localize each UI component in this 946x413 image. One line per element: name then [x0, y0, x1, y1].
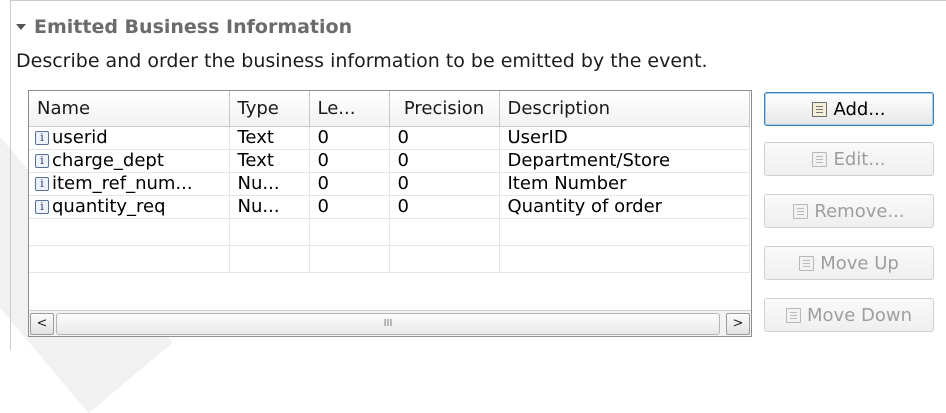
empty-table-row	[29, 218, 750, 246]
row-description: UserID	[499, 126, 750, 150]
info-icon: i	[35, 154, 49, 168]
table-row[interactable]: i userid Text 0 0 UserID	[29, 126, 750, 150]
scroll-right-button[interactable]: >	[726, 313, 750, 335]
column-header-description[interactable]: Description	[499, 91, 750, 127]
add-button-label: Add...	[833, 98, 886, 120]
section-description: Describe and order the business informat…	[16, 50, 708, 72]
remove-button-label: Remove...	[814, 200, 905, 222]
move-down-button-label: Move Down	[807, 304, 912, 326]
scrollbar-thumb[interactable]: III	[56, 313, 720, 335]
scroll-left-button[interactable]: <	[30, 313, 54, 335]
row-precision: 0	[389, 195, 500, 219]
move-down-button[interactable]: Move Down	[764, 298, 934, 332]
row-type: Text	[229, 126, 310, 150]
edit-button-label: Edit...	[833, 148, 886, 170]
row-length: 0	[309, 149, 390, 173]
move-up-button-label: Move Up	[820, 252, 899, 274]
empty-table-row	[29, 245, 750, 273]
row-length: 0	[309, 195, 390, 219]
remove-icon	[793, 203, 809, 219]
row-name: item_ref_num...	[52, 173, 193, 194]
row-precision: 0	[389, 172, 500, 196]
add-icon	[812, 101, 828, 117]
remove-button[interactable]: Remove...	[764, 194, 934, 228]
row-type: Nu...	[229, 195, 310, 219]
row-name: quantity_req	[52, 196, 166, 217]
column-header-precision[interactable]: Precision	[389, 91, 500, 127]
table-row[interactable]: i quantity_req Nu... 0 0 Quantity of orde…	[29, 195, 750, 219]
move-down-icon	[786, 307, 801, 323]
edit-button[interactable]: Edit...	[764, 142, 934, 176]
table-row[interactable]: i item_ref_num... Nu... 0 0 Item Number	[29, 172, 750, 196]
row-type: Text	[229, 149, 310, 173]
info-icon: i	[35, 200, 49, 214]
business-info-table[interactable]: Name Type Le... Precision Description iu…	[28, 90, 752, 337]
section-title: Emitted Business Information	[34, 16, 353, 38]
section-frame-top	[10, 0, 946, 5]
add-button[interactable]: Add...	[764, 92, 934, 126]
horizontal-scrollbar[interactable]: < III >	[29, 310, 751, 336]
collapse-triangle-icon[interactable]	[16, 24, 26, 30]
row-description: Department/Store	[499, 149, 750, 173]
row-length: 0	[309, 126, 390, 150]
table-row[interactable]: i charge_dept Text 0 0 Department/Store	[29, 149, 750, 173]
info-icon: i	[35, 131, 49, 145]
row-precision: 0	[389, 126, 500, 150]
column-header-name[interactable]: Name	[29, 91, 230, 127]
move-up-icon	[799, 255, 815, 271]
row-length: 0	[309, 172, 390, 196]
row-name: charge_dept	[52, 150, 164, 171]
row-precision: 0	[389, 149, 500, 173]
column-header-length[interactable]: Le...	[309, 91, 390, 127]
edit-icon	[812, 151, 828, 167]
row-type: Nu...	[229, 172, 310, 196]
column-header-type[interactable]: Type	[229, 91, 310, 127]
info-icon: i	[35, 177, 49, 191]
move-up-button[interactable]: Move Up	[764, 246, 934, 280]
table-header-row: Name Type Le... Precision Description	[29, 91, 750, 127]
section-frame-left	[10, 0, 11, 350]
section-header[interactable]: Emitted Business Information	[16, 14, 352, 40]
row-name: userid	[52, 127, 108, 148]
row-description: Quantity of order	[499, 195, 750, 219]
row-description: Item Number	[499, 172, 750, 196]
